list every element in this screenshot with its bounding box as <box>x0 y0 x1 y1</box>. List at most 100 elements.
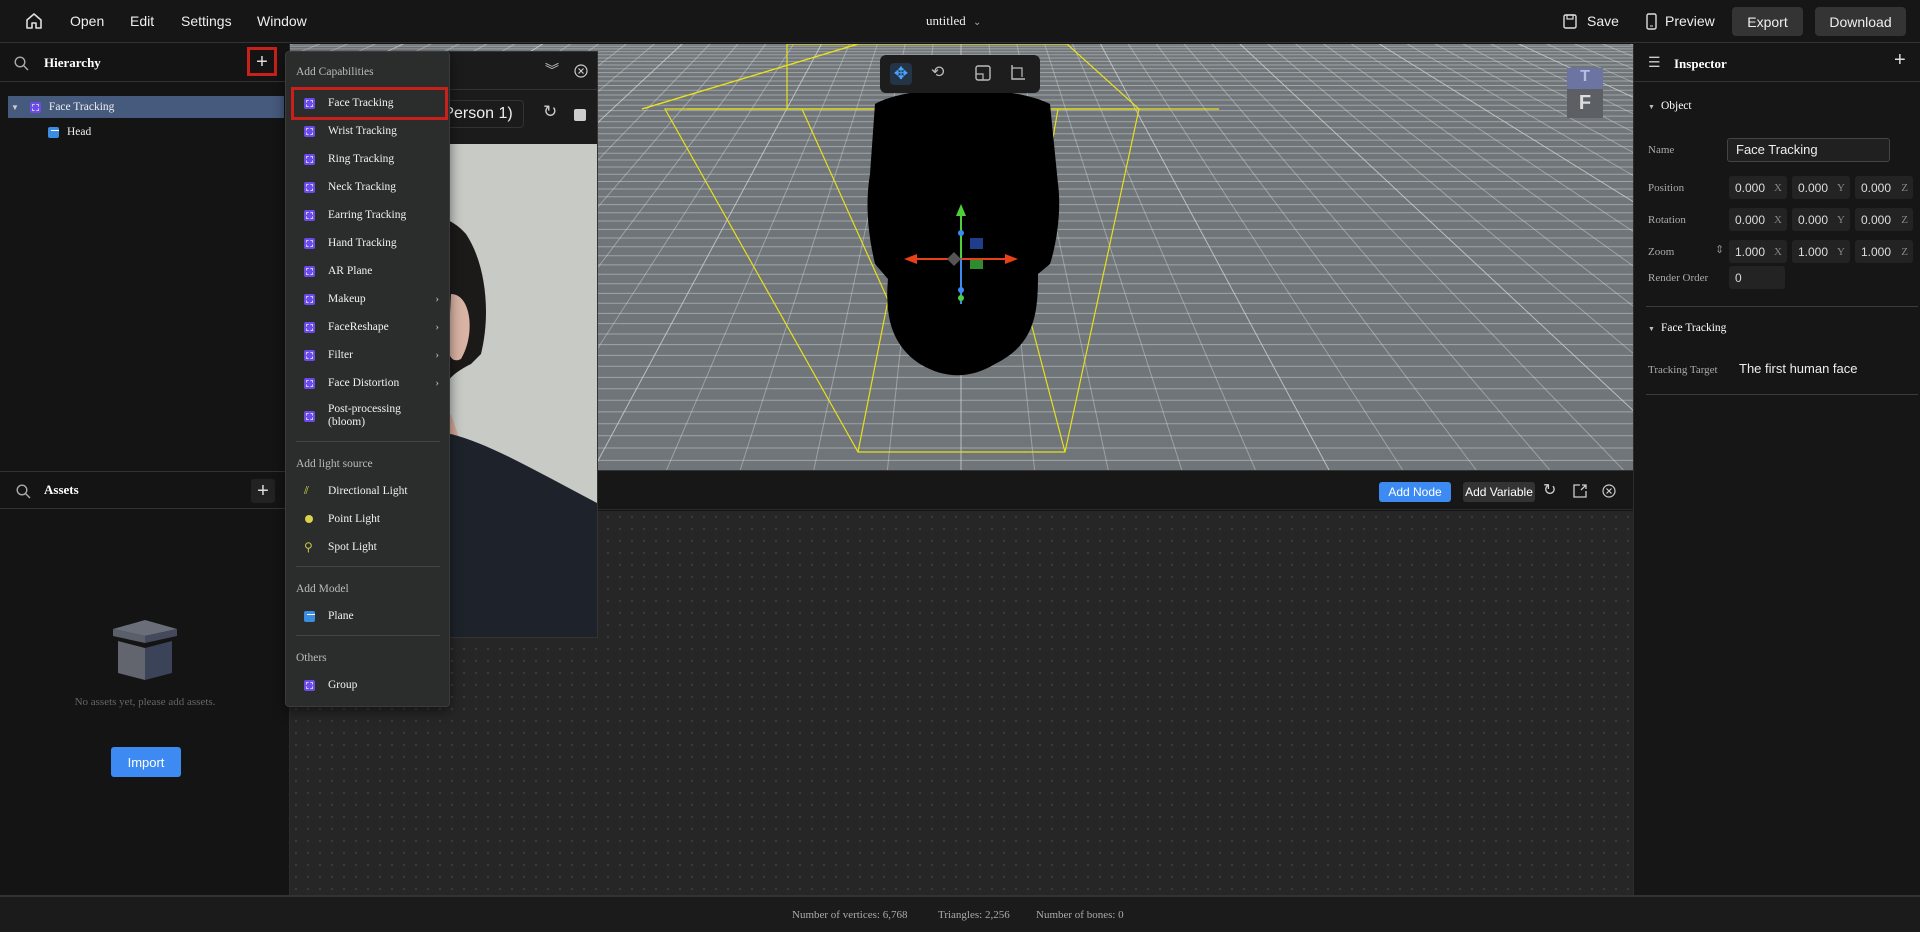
axis-label: X <box>1774 245 1782 258</box>
open-external-icon[interactable] <box>1573 484 1587 498</box>
menu-item-face-distortion[interactable]: Face Distortion › <box>290 370 445 396</box>
menu-item-ring-tracking[interactable]: Ring Tracking <box>290 146 445 172</box>
preview-button[interactable]: Preview <box>1665 13 1715 29</box>
axis-cube-front[interactable]: F <box>1567 89 1603 118</box>
zoom-z-input[interactable]: 1.000 Z <box>1855 240 1913 263</box>
axis-label: X <box>1774 213 1782 226</box>
menu-item-label: Filter <box>328 348 353 361</box>
menu-item-group[interactable]: Group <box>290 672 445 698</box>
value: 1.000 <box>1861 244 1892 259</box>
save-icon[interactable] <box>1563 14 1577 29</box>
scale-tool-icon[interactable] <box>975 65 991 81</box>
menu-item-label: Makeup <box>328 292 366 305</box>
menu-divider <box>296 441 440 442</box>
close-icon[interactable] <box>1602 484 1616 498</box>
close-icon[interactable] <box>574 64 588 78</box>
refresh-icon[interactable]: ↻ <box>543 102 557 122</box>
menu-open[interactable]: Open <box>70 13 104 29</box>
menu-item-ar-plane[interactable]: AR Plane <box>290 258 445 284</box>
add-asset-button[interactable]: + <box>251 479 275 503</box>
assets-title: Assets <box>44 482 79 497</box>
rotation-y-input[interactable]: 0.000 Y <box>1792 208 1850 231</box>
position-y-input[interactable]: 0.000 Y <box>1792 176 1850 199</box>
menu-item-label: Spot Light <box>328 540 377 553</box>
chevron-right-icon: › <box>435 349 439 361</box>
menu-item-post-processing-bloom[interactable]: Post-processing (bloom) <box>290 400 445 432</box>
axis-label: Y <box>1837 213 1845 226</box>
axis-cube-top[interactable]: T <box>1567 68 1603 89</box>
add-variable-button[interactable]: Add Variable <box>1463 482 1535 502</box>
menu-item-makeup[interactable]: Makeup › <box>290 286 445 312</box>
download-button[interactable]: Download <box>1815 7 1906 36</box>
menu-item-spot-light[interactable]: ⚲ Spot Light <box>290 534 445 560</box>
menu-divider <box>296 566 440 567</box>
refresh-icon[interactable]: ↻ <box>1543 480 1556 500</box>
transform-tool-icon[interactable] <box>1008 64 1026 82</box>
object-section-toggle[interactable]: ▼ Object <box>1648 100 1692 112</box>
add-node-button[interactable]: Add Node <box>1379 482 1451 502</box>
menu-item-label: Point Light <box>328 512 381 525</box>
transform-toolbar: ✥ ⟲ <box>880 55 1040 93</box>
vertex-count: Number of vertices: 6,768 <box>792 909 908 921</box>
project-title[interactable]: untitled ⌄ <box>926 13 981 29</box>
save-button[interactable]: Save <box>1587 13 1619 29</box>
capability-icon <box>304 181 315 193</box>
zoom-y-input[interactable]: 1.000 Y <box>1792 240 1850 263</box>
highlight-box <box>247 47 277 76</box>
menu-item-directional-light[interactable]: ⫽ Directional Light <box>290 478 445 504</box>
caret-down-icon[interactable]: ▼ <box>11 103 19 112</box>
menu-settings[interactable]: Settings <box>181 13 232 29</box>
rotation-x-input[interactable]: 0.000 X <box>1729 208 1787 231</box>
tree-item-face-tracking[interactable]: ▼ Face Tracking <box>8 96 284 118</box>
menu-item-label: AR Plane <box>328 264 373 277</box>
menu-edit[interactable]: Edit <box>130 13 154 29</box>
menu-item-point-light[interactable]: Point Light <box>290 506 445 532</box>
stop-icon[interactable] <box>574 109 586 121</box>
search-icon[interactable] <box>14 56 29 71</box>
search-icon[interactable] <box>16 484 31 499</box>
move-tool-icon[interactable]: ✥ <box>890 63 912 85</box>
menu-item-plane[interactable]: Plane <box>290 603 445 629</box>
tree-item-head[interactable]: Head <box>48 121 91 143</box>
menu-item-label: Wrist Tracking <box>328 124 397 137</box>
menu-item-label: Earring Tracking <box>328 208 407 221</box>
render-order-input[interactable]: 0 <box>1729 266 1785 289</box>
rotation-z-input[interactable]: 0.000 Z <box>1855 208 1913 231</box>
phone-icon[interactable] <box>1646 13 1657 30</box>
export-button[interactable]: Export <box>1732 7 1803 36</box>
menu-item-earring-tracking[interactable]: Earring Tracking <box>290 202 445 228</box>
face-tracking-section-toggle[interactable]: ▼ Face Tracking <box>1648 322 1726 334</box>
value: 0.000 <box>1735 180 1766 195</box>
capability-icon <box>304 265 315 277</box>
add-component-button[interactable]: + <box>1894 49 1906 72</box>
zoom-x-input[interactable]: 1.000 X <box>1729 240 1787 263</box>
menu-item-facereshape[interactable]: FaceReshape › <box>290 314 445 340</box>
value: 0.000 <box>1798 212 1829 227</box>
home-icon[interactable] <box>25 12 43 30</box>
import-button[interactable]: Import <box>111 747 181 777</box>
menu-window[interactable]: Window <box>257 13 307 29</box>
position-z-input[interactable]: 0.000 Z <box>1855 176 1913 199</box>
menu-item-neck-tracking[interactable]: Neck Tracking <box>290 174 445 200</box>
menu-item-filter[interactable]: Filter › <box>290 342 445 368</box>
link-scale-icon[interactable]: ⇕ <box>1715 243 1724 256</box>
model-icon <box>48 126 59 138</box>
collapse-icon[interactable]: ︾ <box>545 60 559 80</box>
render-order-label: Render Order <box>1648 272 1709 284</box>
name-input[interactable]: Face Tracking <box>1727 138 1890 162</box>
project-title-text: untitled <box>926 13 966 28</box>
position-x-input[interactable]: 0.000 X <box>1729 176 1787 199</box>
menu-section-capabilities: Add Capabilities <box>296 66 374 78</box>
tree-item-label: Face Tracking <box>48 101 115 113</box>
menu-item-wrist-tracking[interactable]: Wrist Tracking <box>290 118 445 144</box>
tracking-target-value[interactable]: The first human face <box>1739 361 1858 376</box>
top-bar: Open Edit Settings Window untitled ⌄ Sav… <box>0 0 1920 43</box>
zoom-label: Zoom <box>1648 246 1675 258</box>
divider <box>1646 394 1918 395</box>
menu-item-hand-tracking[interactable]: Hand Tracking <box>290 230 445 256</box>
caret-down-icon: ▼ <box>1648 103 1655 111</box>
point-light-icon <box>305 515 313 523</box>
rotate-tool-icon[interactable]: ⟲ <box>931 62 944 82</box>
position-label: Position <box>1648 182 1685 194</box>
menu-section-model: Add Model <box>296 583 349 595</box>
